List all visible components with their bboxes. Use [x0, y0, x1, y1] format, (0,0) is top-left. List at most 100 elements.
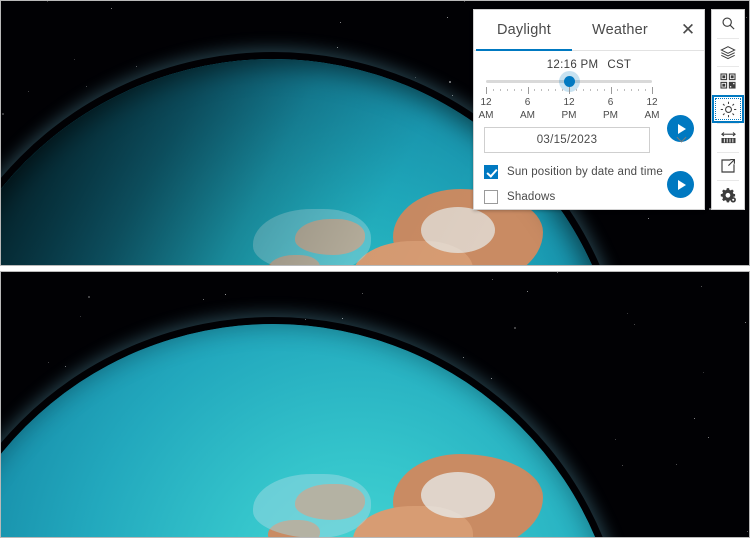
- star: [745, 16, 747, 18]
- sun-position-checkbox-row[interactable]: Sun position by date and time: [484, 164, 694, 180]
- scene-frame-bottom: Daylight Weather ✕ 12:16 PMCST 12AM6AM12…: [0, 271, 750, 538]
- star: [305, 318, 307, 320]
- slider-tick-minor: [541, 89, 543, 91]
- hour-number: 12: [646, 97, 658, 108]
- slider-tick-minor: [513, 89, 515, 91]
- hour-label-0: 12 AM: [473, 96, 499, 122]
- star: [491, 278, 493, 280]
- panel-tabs: Daylight Weather ✕: [474, 10, 704, 51]
- star: [341, 317, 343, 319]
- timezone-label: CST: [607, 59, 632, 71]
- current-time-readout: 12:16 PM CST: [484, 59, 694, 73]
- slider-tick-minor: [534, 89, 536, 91]
- time-slider[interactable]: 12 AM 6 AM 12 PM 6 PM 12 AM: [479, 71, 660, 124]
- slider-tick-minor: [603, 89, 605, 91]
- star: [693, 418, 695, 420]
- slider-tick-minor: [631, 89, 633, 91]
- measure-icon: [720, 131, 737, 145]
- shadows-label: Shadows: [507, 191, 556, 203]
- tab-weather[interactable]: Weather: [572, 10, 668, 51]
- star: [447, 16, 449, 18]
- hour-number: 12: [563, 97, 575, 108]
- hour-number: 12: [480, 97, 492, 108]
- slider-tick-minor: [499, 89, 501, 91]
- star: [676, 463, 678, 465]
- hour-meridiem: PM: [603, 110, 618, 121]
- hour-label-2: 12 PM: [556, 96, 582, 122]
- time-slider-ticks: [486, 87, 653, 94]
- slider-tick-minor: [596, 89, 598, 91]
- layers-icon: [720, 45, 736, 60]
- star: [202, 298, 204, 300]
- star: [633, 324, 635, 326]
- time-slider-hour-labels: 12 AM 6 AM 12 PM 6 PM 12 AM: [479, 96, 660, 124]
- settings-tool-button[interactable]: [712, 181, 744, 209]
- slider-tick-major: [652, 87, 653, 94]
- hour-meridiem: PM: [561, 110, 577, 121]
- slider-tick-minor: [638, 89, 640, 91]
- measure-tool-button[interactable]: [712, 124, 744, 152]
- hour-meridiem: AM: [644, 110, 660, 121]
- hour-label-3: 6 PM: [598, 96, 624, 122]
- hour-label-1: 6 AM: [515, 96, 541, 122]
- date-row: 03/15/2023: [484, 127, 694, 153]
- slider-tick-minor: [506, 89, 508, 91]
- slider-tick-major: [569, 87, 570, 94]
- chevron-down-icon: [676, 132, 687, 143]
- slider-tick-major: [527, 87, 529, 94]
- slider-tick-minor: [555, 89, 557, 91]
- star: [339, 22, 341, 24]
- play-date-button[interactable]: [667, 171, 694, 198]
- star: [708, 436, 710, 438]
- hour-number: 6: [607, 97, 614, 108]
- screenshot-root: Daylight Weather ✕ 12:16 PM CST 12 AM 6 AM 12…: [0, 0, 750, 538]
- star: [46, 1, 48, 3]
- globe-bottom[interactable]: [1, 324, 623, 537]
- slider-tick-minor: [575, 89, 577, 91]
- basemap-tool-button[interactable]: [712, 67, 744, 95]
- search-tool-button[interactable]: [712, 10, 744, 38]
- star: [337, 47, 339, 49]
- time-slider-thumb[interactable]: [563, 76, 575, 87]
- slider-tick-minor: [589, 89, 591, 91]
- slider-tick-minor: [582, 89, 584, 91]
- slider-tick-minor: [617, 89, 619, 91]
- slider-tick-minor: [624, 89, 626, 91]
- time-value: 12:16 PM: [546, 59, 599, 71]
- star: [703, 371, 705, 373]
- basemap-icon: [720, 73, 736, 89]
- share-tool-button[interactable]: [712, 153, 744, 181]
- sun-position-checkbox[interactable]: [484, 165, 498, 179]
- star: [626, 313, 628, 314]
- date-input[interactable]: 03/15/2023: [484, 127, 650, 153]
- daylight-panel[interactable]: Daylight Weather ✕ 12:16 PM CST 12 AM 6 AM 12…: [473, 9, 705, 210]
- slider-tick-minor: [645, 89, 647, 91]
- time-slider-track[interactable]: [486, 71, 652, 92]
- search-icon: [721, 16, 736, 31]
- hour-label-4: 12 AM: [639, 96, 665, 122]
- slider-tick-minor: [492, 89, 494, 91]
- star: [464, 1, 465, 3]
- star: [110, 8, 112, 10]
- slider-tick-minor: [520, 89, 522, 91]
- gear-icon: [720, 187, 737, 203]
- star: [526, 290, 528, 292]
- layers-tool-button[interactable]: [712, 39, 744, 67]
- sun-position-label: Sun position by date and time: [507, 166, 663, 178]
- shadows-checkbox-row[interactable]: Shadows: [484, 189, 694, 205]
- hour-meridiem: AM: [520, 110, 535, 121]
- tab-daylight[interactable]: Daylight: [476, 10, 572, 51]
- slider-tick-minor: [562, 89, 564, 91]
- star: [88, 295, 91, 298]
- star: [361, 292, 363, 294]
- slider-tick-minor: [548, 89, 550, 91]
- play-icon: [678, 179, 686, 190]
- share-icon: [720, 158, 736, 174]
- close-icon[interactable]: ✕: [672, 10, 704, 50]
- star: [80, 316, 82, 318]
- daylight-tool-button[interactable]: [712, 95, 744, 123]
- tool-strip[interactable]: [711, 9, 745, 210]
- hour-number: 6: [524, 97, 531, 108]
- shadows-checkbox[interactable]: [484, 190, 498, 204]
- scene-frame-top: Daylight Weather ✕ 12:16 PM CST 12 AM 6 AM 12…: [0, 0, 750, 266]
